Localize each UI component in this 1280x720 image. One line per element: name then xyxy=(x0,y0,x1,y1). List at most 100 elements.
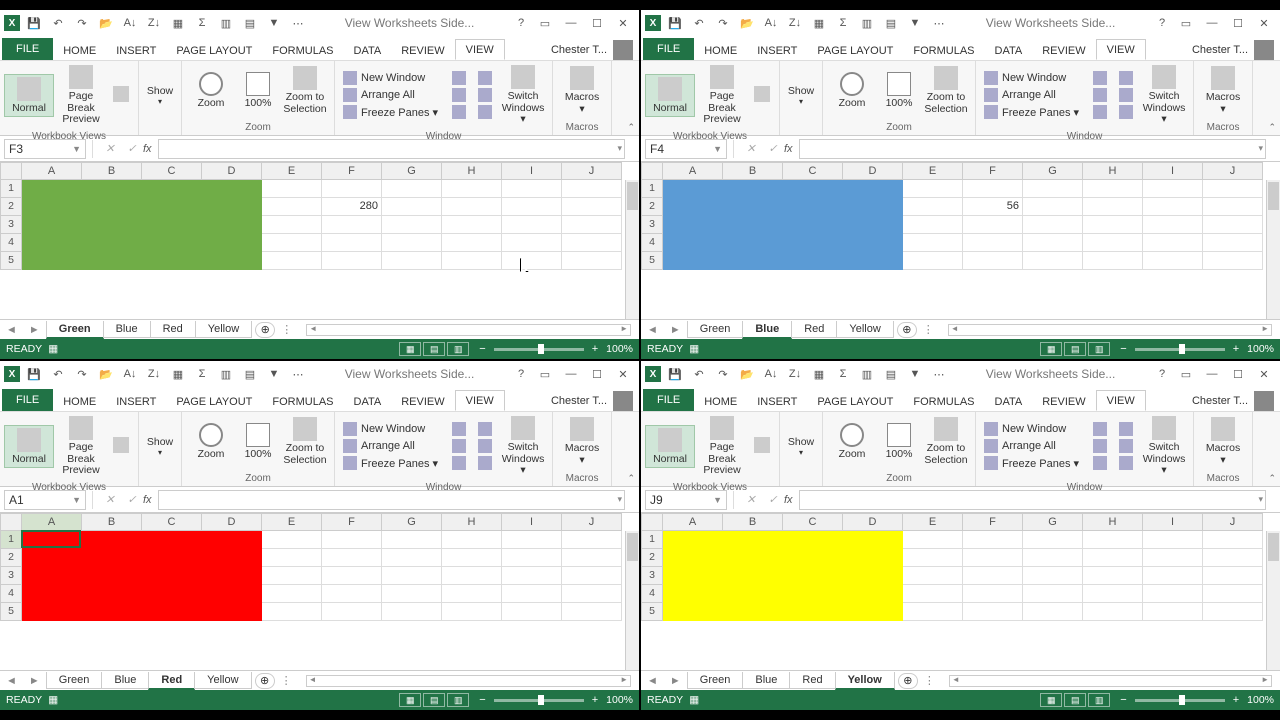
cell-E4[interactable] xyxy=(903,234,963,252)
zoom-button[interactable]: Zoom xyxy=(827,70,877,112)
cell-J4[interactable] xyxy=(562,234,622,252)
tab-review[interactable]: REVIEW xyxy=(1032,41,1095,60)
avatar[interactable] xyxy=(613,391,633,411)
zoom-in-button[interactable]: + xyxy=(1229,343,1243,355)
row-header-5[interactable]: 5 xyxy=(641,252,663,270)
enter-icon[interactable]: ✓ xyxy=(124,142,140,155)
page-layout-button[interactable] xyxy=(108,435,134,457)
column-header-B[interactable]: B xyxy=(82,513,142,531)
cell-G5[interactable] xyxy=(1023,603,1083,621)
autosum-icon[interactable]: Σ xyxy=(833,364,853,384)
filter-icon[interactable]: ▼ xyxy=(905,13,925,33)
tab-formulas[interactable]: FORMULAS xyxy=(262,392,343,411)
cell-G3[interactable] xyxy=(1023,567,1083,585)
expand-formula-icon[interactable]: ▾ xyxy=(617,494,622,505)
unhide-button[interactable] xyxy=(448,104,470,120)
column-header-F[interactable]: F xyxy=(963,513,1023,531)
cell-E3[interactable] xyxy=(903,567,963,585)
cell-E5[interactable] xyxy=(262,603,322,621)
column-header-D[interactable]: D xyxy=(202,513,262,531)
sheet-tab-red[interactable]: Red xyxy=(791,321,837,338)
cell-F5[interactable] xyxy=(963,603,1023,621)
user-name[interactable]: Chester T... xyxy=(1192,395,1248,407)
form-icon[interactable]: ▦ xyxy=(809,13,829,33)
zoom-100-button[interactable]: 100% xyxy=(238,421,278,463)
cell-J1[interactable] xyxy=(1203,531,1263,549)
unhide-button[interactable] xyxy=(1089,104,1111,120)
filter-icon[interactable]: ▼ xyxy=(264,364,284,384)
formula-input[interactable]: ▾ xyxy=(158,139,625,159)
cell-J2[interactable] xyxy=(1203,198,1263,216)
cell-G4[interactable] xyxy=(1023,234,1083,252)
tab-data[interactable]: DATA xyxy=(344,41,392,60)
cell-H4[interactable] xyxy=(1083,585,1143,603)
sheet-nav-next[interactable]: ► xyxy=(23,324,46,336)
worksheet-grid[interactable]: ABCDEFGHIJ 12280345 xyxy=(0,162,639,319)
column-header-G[interactable]: G xyxy=(382,513,442,531)
worksheet-grid[interactable]: ABCDEFGHIJ 12345 xyxy=(641,513,1280,670)
cell-H5[interactable] xyxy=(1083,252,1143,270)
sheet-tab-blue[interactable]: Blue xyxy=(101,672,149,689)
zoom-out-button[interactable]: − xyxy=(1116,343,1130,355)
cell-E2[interactable] xyxy=(262,549,322,567)
cell-J2[interactable] xyxy=(562,198,622,216)
zoom-out-button[interactable]: − xyxy=(475,694,489,706)
cell-F1[interactable] xyxy=(963,180,1023,198)
row-header-3[interactable]: 3 xyxy=(641,216,663,234)
new-window-button[interactable]: New Window xyxy=(339,421,442,437)
column-header-C[interactable]: C xyxy=(142,513,202,531)
column-header-A[interactable]: A xyxy=(663,513,723,531)
sheet-nav-prev[interactable]: ◄ xyxy=(0,675,23,687)
reset-position-button[interactable] xyxy=(1115,455,1137,471)
split-button[interactable] xyxy=(448,70,470,86)
unhide-button[interactable] xyxy=(1089,455,1111,471)
cell-G4[interactable] xyxy=(1023,585,1083,603)
save-icon[interactable]: 💾 xyxy=(24,13,44,33)
filter-icon[interactable]: ▼ xyxy=(264,13,284,33)
cell-F1[interactable] xyxy=(322,180,382,198)
cell-I5[interactable] xyxy=(502,252,562,270)
cell-I4[interactable] xyxy=(502,585,562,603)
formula-input[interactable]: ▾ xyxy=(158,490,625,510)
redo-icon[interactable]: ↷ xyxy=(713,364,733,384)
cell-E2[interactable] xyxy=(903,549,963,567)
cell-E3[interactable] xyxy=(262,567,322,585)
user-name[interactable]: Chester T... xyxy=(551,44,607,56)
cell-E1[interactable] xyxy=(262,180,322,198)
horizontal-scrollbar[interactable] xyxy=(306,324,631,336)
column-header-D[interactable]: D xyxy=(202,162,262,180)
hide-button[interactable] xyxy=(1089,87,1111,103)
cell-H3[interactable] xyxy=(442,567,502,585)
column-header-G[interactable]: G xyxy=(1023,513,1083,531)
cell-I2[interactable] xyxy=(502,198,562,216)
cell-G3[interactable] xyxy=(1023,216,1083,234)
zoom-button[interactable]: Zoom xyxy=(186,421,236,463)
autosum-icon[interactable]: Σ xyxy=(192,364,212,384)
show-dropdown[interactable]: Show▾ xyxy=(784,84,818,108)
column-header-H[interactable]: H xyxy=(442,162,502,180)
page-break-preview-button[interactable]: Page Break Preview xyxy=(697,63,747,128)
zoom-level[interactable]: 100% xyxy=(1247,343,1274,355)
name-box[interactable]: A1▼ xyxy=(4,490,86,510)
reset-position-button[interactable] xyxy=(474,104,496,120)
zoom-slider[interactable] xyxy=(1135,348,1225,351)
expand-formula-icon[interactable]: ▾ xyxy=(1258,143,1263,154)
zoom-100-button[interactable]: 100% xyxy=(879,421,919,463)
cell-G4[interactable] xyxy=(382,234,442,252)
sheet-tab-blue[interactable]: Blue xyxy=(103,321,151,338)
view-side-by-side-button[interactable] xyxy=(474,70,496,86)
save-icon[interactable]: 💾 xyxy=(665,13,685,33)
arrange-all-button[interactable]: Arrange All xyxy=(980,87,1083,103)
undo-icon[interactable]: ↶ xyxy=(689,13,709,33)
vertical-scrollbar[interactable] xyxy=(625,531,639,670)
close-button[interactable]: ✕ xyxy=(1252,364,1276,384)
cell-I5[interactable] xyxy=(1143,252,1203,270)
row-header-3[interactable]: 3 xyxy=(0,216,22,234)
cell-E2[interactable] xyxy=(903,198,963,216)
cancel-icon[interactable]: ✕ xyxy=(102,493,118,506)
tab-insert[interactable]: INSERT xyxy=(747,41,807,60)
cell-I5[interactable] xyxy=(1143,603,1203,621)
column-header-E[interactable]: E xyxy=(903,162,963,180)
cell-J5[interactable] xyxy=(562,252,622,270)
freeze-panes-dropdown[interactable]: Freeze Panes ▾ xyxy=(339,455,442,471)
